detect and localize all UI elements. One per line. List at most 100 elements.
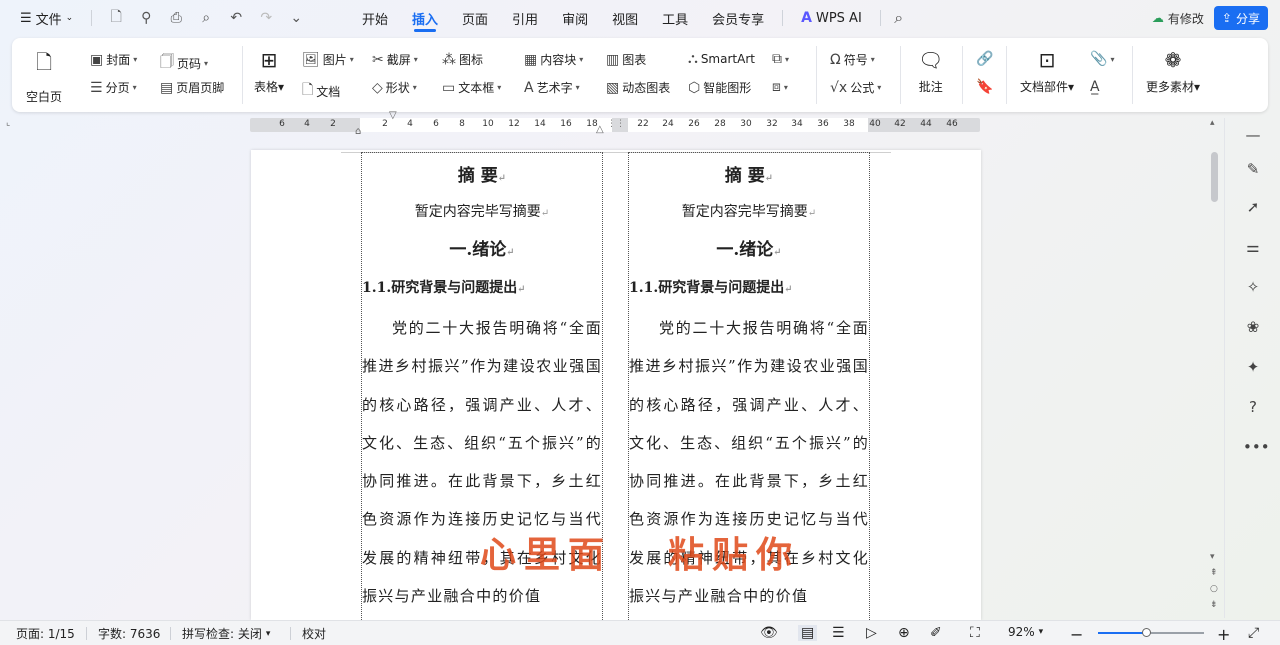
icon-button[interactable]: ⁂ 图标 — [442, 51, 483, 68]
document-page[interactable]: 摘 要↵ 暂定内容完毕写摘要↵ 一.绪论↵ 1.1.研究背景与问题提出↵ 党的二… — [251, 150, 981, 620]
section-title: 1.1.研究背景与问题提出↵ — [629, 280, 793, 296]
first-line-indent-marker[interactable]: ▽ — [389, 110, 397, 121]
more-icon[interactable]: ⌄ — [284, 6, 308, 30]
pen-icon[interactable]: ✎ — [1243, 160, 1263, 180]
page-indicator[interactable]: 页面: 1/15 — [16, 625, 75, 642]
has-change-indicator[interactable]: ☁ 有修改 — [1152, 10, 1204, 27]
smart-shape-button[interactable]: ⬡ 智能图形 — [688, 79, 751, 96]
doc-parts-label: 文档部件▾ — [1020, 80, 1075, 94]
format-icon[interactable]: ✦ — [1243, 358, 1263, 378]
tab-view[interactable]: 视图 — [600, 0, 650, 36]
page-break-button[interactable]: ☰ 分页 ▾ — [90, 79, 137, 96]
more-options-icon[interactable]: ••• — [1243, 438, 1270, 458]
tab-review[interactable]: 审阅 — [550, 0, 600, 36]
textbox-button[interactable]: ▭ 文本框 ▾ — [442, 79, 501, 96]
chevron-down-icon: ▾ — [877, 83, 882, 92]
scroll-down-icon[interactable]: ▾ — [1210, 552, 1215, 562]
picture-button[interactable]: 🖼 图片 ▾ — [302, 51, 354, 68]
zoom-slider[interactable] — [1098, 628, 1204, 637]
help-icon[interactable]: ? — [1243, 398, 1263, 418]
write-mode-icon[interactable]: ✐ — [930, 625, 942, 641]
chevron-down-icon: ▾ — [1110, 54, 1115, 64]
materials-icon: ❁ — [1164, 48, 1182, 72]
comment-button[interactable]: 🗨 批注 — [918, 48, 943, 95]
eye-icon[interactable]: 👁 — [760, 625, 778, 641]
preview-icon[interactable]: ⌕ — [194, 6, 218, 30]
play-icon[interactable]: ▷ — [866, 625, 877, 641]
tab-home[interactable]: 开始 — [350, 0, 400, 36]
more-materials-label: 更多素材▾ — [1146, 80, 1201, 94]
prev-page-icon[interactable]: ⇞ — [1210, 568, 1218, 578]
redo-icon[interactable]: ↷ — [254, 6, 278, 30]
outline-view-icon[interactable]: ☰ — [832, 625, 845, 641]
smartart-button[interactable]: ⛬ SmartArt — [688, 51, 755, 67]
zoom-out-icon[interactable]: − — [1070, 625, 1083, 644]
web-view-icon[interactable]: ⊕ — [898, 625, 910, 641]
ribbon-tabs: 开始 插入 页面 引用 审阅 视图 工具 会员专享 A WPS AI ⌕ — [350, 0, 911, 36]
symbol-button[interactable]: Ω 符号 ▾ — [830, 51, 875, 68]
column-gap-marker[interactable]: ⋮⋮ — [607, 119, 625, 129]
dynamic-chart-button[interactable]: ▧ 动态图表 — [606, 79, 670, 96]
zoom-in-icon[interactable]: + — [1217, 625, 1230, 644]
page-view-icon[interactable]: ▤ — [798, 625, 818, 641]
shape-button[interactable]: ◇ 形状 ▾ — [372, 79, 417, 96]
tab-insert[interactable]: 插入 — [400, 0, 450, 36]
tab-page[interactable]: 页面 — [450, 0, 500, 36]
tab-references[interactable]: 引用 — [500, 0, 550, 36]
scroll-up-icon[interactable]: ▴ — [1210, 118, 1215, 128]
share-button[interactable]: ⇪ 分享 — [1213, 6, 1268, 30]
ruler-number: 4 — [407, 119, 413, 129]
header-footer-button[interactable]: ▤ 页眉页脚 — [160, 79, 224, 96]
text-align-button[interactable]: A̲ — [1090, 79, 1100, 95]
mindmap-button[interactable]: ⧈ ▾ — [772, 79, 788, 95]
wordart-button[interactable]: A 艺术字 ▾ — [524, 79, 580, 96]
style-icon[interactable]: ❀ — [1243, 318, 1263, 338]
page-number-icon: 🗍 — [160, 54, 174, 70]
right-indent-marker[interactable]: △ — [596, 124, 604, 135]
zoom-slider-knob[interactable] — [1141, 628, 1151, 637]
undo-icon[interactable]: ↶ — [224, 6, 248, 30]
tab-stop-selector[interactable]: ⌞ — [6, 118, 10, 128]
fit-page-icon[interactable]: ⛶ — [970, 625, 980, 641]
collapse-icon[interactable]: — — [1243, 126, 1263, 146]
print-icon[interactable]: ⎙ — [164, 6, 188, 30]
scrollbar-thumb[interactable] — [1211, 152, 1218, 202]
select-browse-icon[interactable]: ○ — [1210, 584, 1218, 594]
document-button[interactable]: 🗋 文档 — [302, 79, 340, 103]
hyperlink-button[interactable]: 🔗 — [976, 51, 993, 67]
section-title: 1.1.研究背景与问题提出↵ — [362, 280, 526, 296]
flowchart-button[interactable]: ⧉ ▾ — [772, 51, 789, 67]
proofread-button[interactable]: 校对 — [302, 625, 326, 642]
next-page-icon[interactable]: ⇟ — [1210, 600, 1218, 610]
ruler-number: 34 — [791, 119, 803, 129]
attachment-button[interactable]: 📎 ▾ — [1090, 51, 1114, 67]
content-block-button[interactable]: ▦ 内容块 ▾ — [524, 51, 583, 68]
more-materials-button[interactable]: ❁ 更多素材▾ — [1146, 48, 1200, 95]
search-icon[interactable]: ⌕ — [887, 6, 911, 30]
table-button[interactable]: ⊞ 表格▾ — [254, 48, 284, 95]
tab-tools[interactable]: 工具 — [650, 0, 700, 36]
formula-button[interactable]: √x 公式 ▾ — [830, 79, 881, 96]
tab-member[interactable]: 会员专享 — [700, 0, 776, 36]
screenshot-label: 截屏 — [386, 53, 411, 67]
chart-button[interactable]: ▥ 图表 — [606, 51, 646, 68]
blank-page-button[interactable]: 🗋 空白页 — [26, 48, 62, 105]
file-menu[interactable]: ☰ 文件 ⌄ — [14, 9, 79, 28]
spell-check-toggle[interactable]: 拼写检查: 关闭 ▾ — [182, 625, 270, 642]
export-icon[interactable]: ⚲ — [134, 6, 158, 30]
adjust-icon[interactable]: ⚌ — [1243, 238, 1263, 258]
word-count[interactable]: 字数: 7636 — [98, 625, 160, 642]
page-number-button[interactable]: 🗍 页码 ▾ — [160, 51, 208, 75]
bookmark-button[interactable]: 🔖 — [976, 79, 993, 95]
doc-parts-button[interactable]: ⊡ 文档部件▾ — [1020, 48, 1074, 95]
save-icon[interactable]: 🗋 — [104, 6, 128, 30]
cover-button[interactable]: ▣ 封面 ▾ — [90, 51, 137, 68]
fullscreen-icon[interactable]: ⤢ — [1248, 625, 1259, 641]
vertical-scrollbar[interactable]: ▴ ▾ ⇞ ○ ⇟ — [1208, 118, 1222, 618]
cursor-icon[interactable]: ➚ — [1243, 198, 1263, 218]
screenshot-button[interactable]: ✂ 截屏 ▾ — [372, 51, 418, 68]
hanging-indent-marker[interactable]: ⌂ — [355, 126, 361, 137]
tools-icon[interactable]: ✧ — [1243, 278, 1263, 298]
tab-wps-ai[interactable]: A WPS AI — [789, 0, 874, 36]
zoom-level-dropdown[interactable]: 92% ▾ — [1008, 625, 1043, 639]
